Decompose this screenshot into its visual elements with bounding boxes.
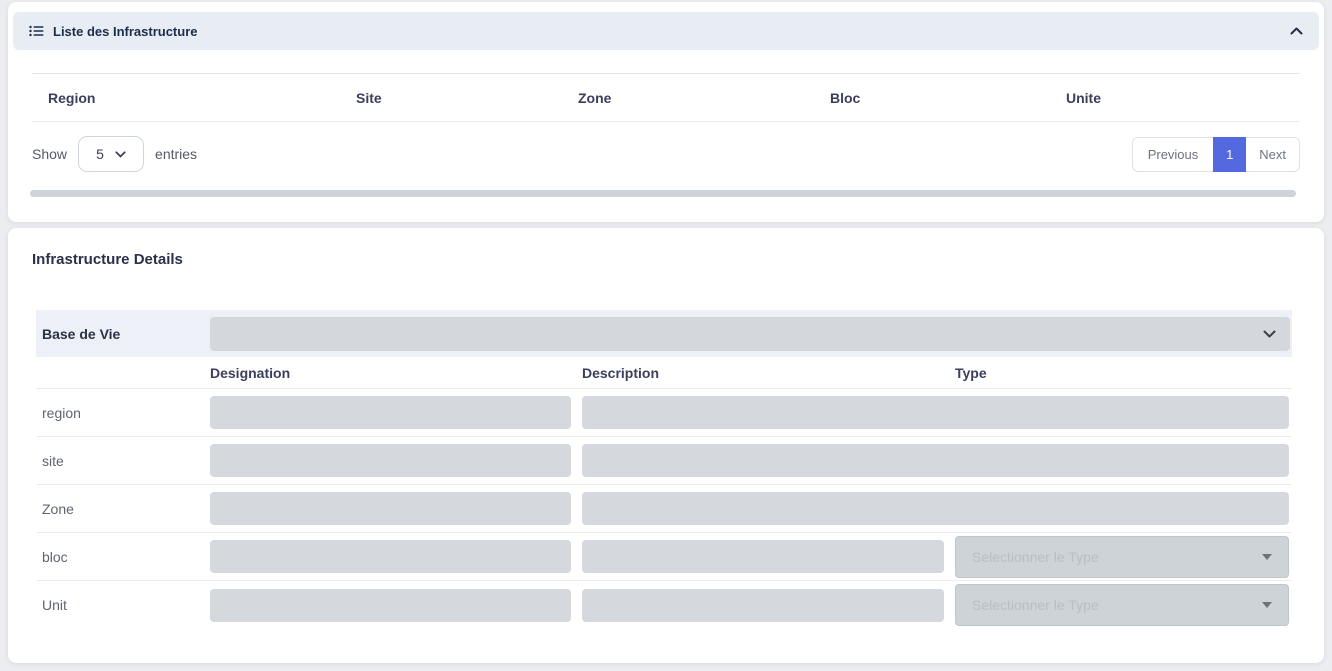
chevron-up-icon[interactable] xyxy=(1290,27,1303,35)
row-site: site xyxy=(36,437,1292,485)
row-region: region xyxy=(36,389,1292,437)
unit-designation-input[interactable] xyxy=(210,589,571,622)
column-header-unite: Unite xyxy=(1050,90,1300,106)
caret-down-icon xyxy=(1262,602,1272,608)
row-label: bloc xyxy=(36,549,210,565)
column-header-zone: Zone xyxy=(562,90,814,106)
unit-type-select[interactable]: Selectionner le Type xyxy=(955,584,1289,626)
chevron-down-icon xyxy=(115,151,126,158)
bloc-type-select[interactable]: Selectionner le Type xyxy=(955,536,1289,578)
caret-down-icon xyxy=(1262,554,1272,560)
horizontal-scrollbar[interactable] xyxy=(30,190,1296,197)
zone-description-input[interactable] xyxy=(582,492,1289,525)
details-title: Infrastructure Details xyxy=(32,251,183,268)
row-zone: Zone xyxy=(36,485,1292,533)
details-form-table: Base de Vie Designation Description Type… xyxy=(36,310,1292,629)
panel-header-collapse[interactable]: Liste des Infrastructure xyxy=(13,12,1319,50)
entries-select-value: 5 xyxy=(96,146,104,162)
table-controls: Show 5 entries Previous 1 Next xyxy=(32,136,1300,172)
region-designation-input[interactable] xyxy=(210,396,571,429)
row-label: region xyxy=(36,405,210,421)
base-de-vie-row: Base de Vie xyxy=(36,310,1292,357)
entries-label: entries xyxy=(155,146,197,162)
panel-title: Liste des Infrastructure xyxy=(53,24,198,39)
type-select-placeholder: Selectionner le Type xyxy=(972,549,1099,565)
column-header-type: Type xyxy=(955,365,1292,381)
bloc-designation-input[interactable] xyxy=(210,540,571,573)
zone-designation-input[interactable] xyxy=(210,492,571,525)
bloc-description-input[interactable] xyxy=(582,540,944,573)
details-column-header-row: Designation Description Type xyxy=(36,357,1292,389)
row-label: Unit xyxy=(36,597,210,613)
list-table-header-row: Region Site Zone Bloc Unite xyxy=(32,73,1300,122)
pagination-next-button[interactable]: Next xyxy=(1246,137,1300,172)
pagination-previous-button[interactable]: Previous xyxy=(1132,137,1214,172)
pagination-page-1-button[interactable]: 1 xyxy=(1213,137,1246,172)
type-select-placeholder: Selectionner le Type xyxy=(972,597,1099,613)
entries-select[interactable]: 5 xyxy=(78,136,144,172)
column-header-designation: Designation xyxy=(210,365,582,381)
row-unit: Unit Selectionner le Type xyxy=(36,581,1292,629)
column-header-region: Region xyxy=(32,90,340,106)
column-header-site: Site xyxy=(340,90,562,106)
pagination: Previous 1 Next xyxy=(1132,137,1300,172)
liste-infrastructure-panel: Liste des Infrastructure Region Site Zon… xyxy=(8,2,1324,222)
column-header-bloc: Bloc xyxy=(814,90,1050,106)
chevron-down-icon xyxy=(1263,330,1276,338)
show-label: Show xyxy=(32,146,67,162)
base-de-vie-label: Base de Vie xyxy=(36,326,210,342)
site-description-input[interactable] xyxy=(582,444,1289,477)
row-label: site xyxy=(36,453,210,469)
region-description-input[interactable] xyxy=(582,396,1289,429)
row-bloc: bloc Selectionner le Type xyxy=(36,533,1292,581)
unit-description-input[interactable] xyxy=(582,589,944,622)
site-designation-input[interactable] xyxy=(210,444,571,477)
column-header-description: Description xyxy=(582,365,955,381)
row-label: Zone xyxy=(36,501,210,517)
list-icon xyxy=(29,25,44,37)
infrastructure-details-panel: Infrastructure Details Base de Vie Desig… xyxy=(8,228,1324,663)
base-de-vie-select[interactable] xyxy=(210,317,1290,351)
